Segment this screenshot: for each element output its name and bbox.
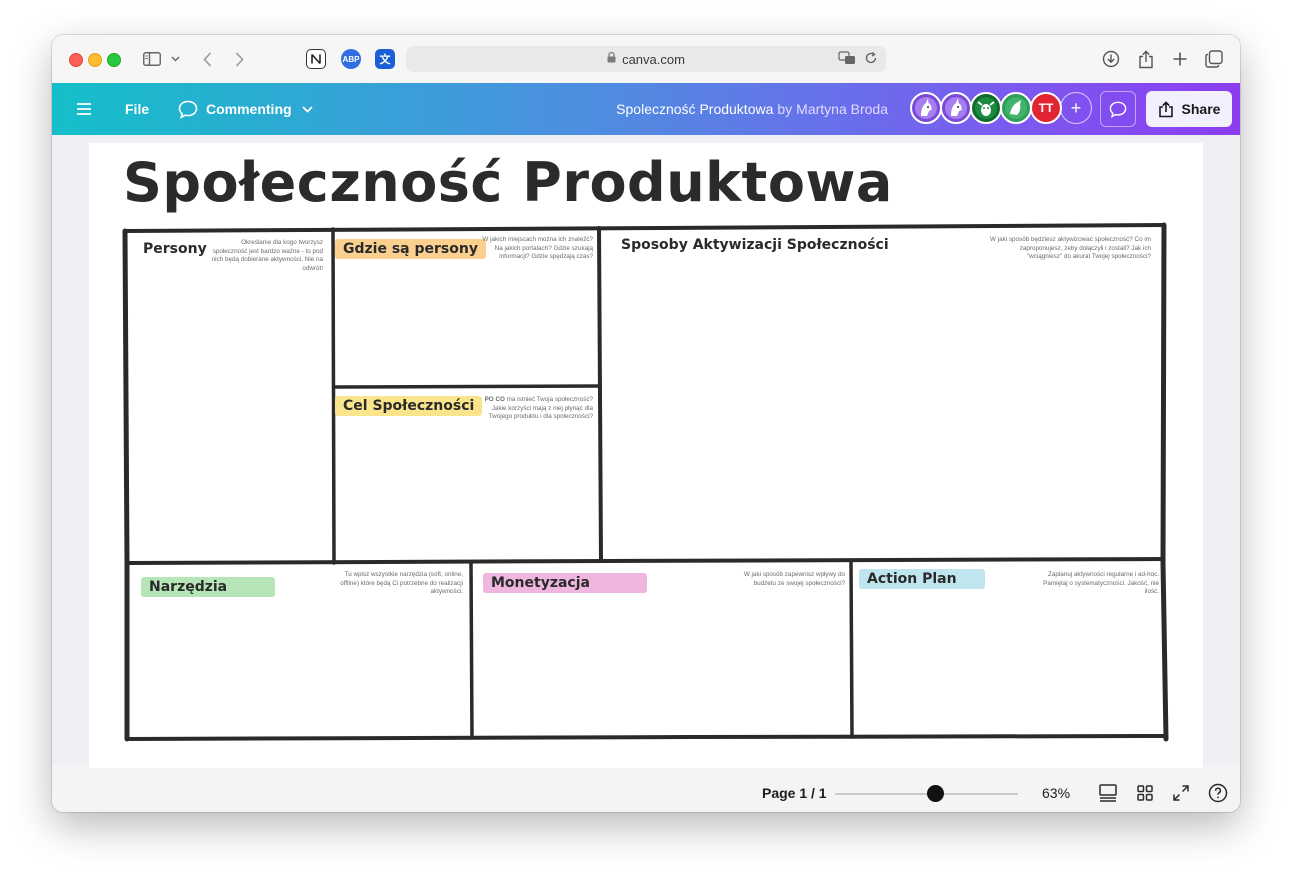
avatar-bull[interactable]	[970, 92, 1002, 124]
monetyzacja-label: Monetyzacja	[483, 573, 647, 593]
cel-hint-bold: PO CO	[484, 396, 505, 403]
notion-extension-icon[interactable]	[306, 49, 326, 69]
chevron-down-icon[interactable]	[168, 47, 182, 71]
doc-title-text: Spoleczność Produktowa	[616, 101, 774, 117]
adblock-extension-icon[interactable]: ABP	[341, 49, 361, 69]
cel-label: Cel Społeczności	[335, 396, 483, 416]
menu-icon[interactable]	[76, 83, 92, 135]
bottom-bar: Page 1 / 1 63%	[52, 773, 1240, 812]
fullscreen-icon[interactable]	[1170, 782, 1192, 804]
cel-hint-text: ma istnieć Twoja społeczność? Jakie korz…	[488, 396, 593, 420]
page-view-icon[interactable]	[1097, 782, 1119, 804]
translate-page-icon[interactable]	[838, 51, 856, 68]
avatar-unicorn[interactable]	[910, 92, 942, 124]
action-plan-label: Action Plan	[859, 569, 985, 589]
upload-icon	[1158, 100, 1174, 118]
add-collaborator-button[interactable]: +	[1060, 92, 1092, 124]
canva-header: File Commenting Spoleczność Produktowa b…	[52, 83, 1240, 135]
new-tab-icon[interactable]	[1170, 47, 1190, 71]
gdzie-label: Gdzie są persony	[335, 239, 486, 259]
commenting-mode-dropdown[interactable]: Commenting	[178, 83, 313, 135]
tab-overview-icon[interactable]	[1204, 47, 1224, 71]
close-window-button[interactable]	[69, 53, 83, 67]
zoom-slider-thumb[interactable]	[927, 785, 944, 802]
avatar-initials[interactable]: TT	[1030, 92, 1062, 124]
share-button[interactable]: Share	[1146, 91, 1232, 127]
url-text: canva.com	[622, 51, 685, 67]
comment-icon	[178, 100, 198, 119]
avatar-character[interactable]	[1000, 92, 1032, 124]
comments-button[interactable]	[1100, 91, 1136, 127]
forward-icon[interactable]	[230, 47, 248, 71]
reload-icon[interactable]	[864, 51, 878, 68]
avatar-unicorn[interactable]	[940, 92, 972, 124]
share-page-icon[interactable]	[1136, 47, 1156, 71]
lock-icon	[607, 51, 616, 66]
share-label: Share	[1181, 101, 1221, 117]
design-page[interactable]: Społeczność Produktowa Persony Określani…	[89, 143, 1203, 768]
browser-toolbar: ABP 文 canva.com	[52, 35, 1240, 84]
persony-hint: Określanie dla kogo tworzysz społeczność…	[211, 239, 323, 272]
back-icon[interactable]	[198, 47, 216, 71]
sidebar-toggle-icon[interactable]	[140, 47, 164, 71]
file-menu-button[interactable]: File	[125, 83, 149, 135]
commenting-label: Commenting	[206, 101, 292, 117]
help-icon[interactable]	[1207, 782, 1229, 804]
canvas-area: Społeczność Produktowa Persony Określani…	[52, 135, 1240, 768]
page-indicator[interactable]: Page 1 / 1	[762, 773, 827, 812]
doc-by-label: by	[777, 101, 793, 117]
monetyzacja-hint: W jaki sposób zapewnisz wpływy do budżet…	[743, 571, 845, 587]
narzedzia-hint: Tu wpisz wszystkie narzędzia (soft, onli…	[340, 571, 463, 595]
zoom-level[interactable]: 63%	[1042, 773, 1070, 812]
sposoby-hint: W jaki sposób będziesz aktywizować społe…	[990, 236, 1151, 260]
chevron-down-icon	[301, 105, 313, 113]
cel-hint: PO CO ma istnieć Twoja społeczność? Jaki…	[479, 396, 593, 422]
gdzie-hint: W jakich miejscach można ich znaleźć? Na…	[482, 236, 593, 260]
zoom-window-button[interactable]	[107, 53, 121, 67]
minimize-window-button[interactable]	[88, 53, 102, 67]
downloads-icon[interactable]	[1101, 47, 1121, 71]
document-title[interactable]: Spoleczność Produktowa by Martyna Broda	[616, 83, 888, 135]
browser-window: ABP 文 canva.com File Commenting Spoleczn…	[52, 35, 1240, 812]
action-plan-hint: Zaplanuj aktywności regularne i ad-hoc. …	[1043, 571, 1159, 595]
doc-author: Martyna Broda	[796, 101, 888, 117]
grid-view-icon[interactable]	[1134, 782, 1156, 804]
translate-extension-icon[interactable]: 文	[375, 49, 395, 69]
persony-label: Persony	[131, 239, 247, 259]
narzedzia-label: Narzędzia	[141, 577, 275, 597]
address-bar[interactable]: canva.com	[406, 46, 886, 72]
sposoby-label: Sposoby Aktywizacji Społeczności	[607, 235, 897, 257]
